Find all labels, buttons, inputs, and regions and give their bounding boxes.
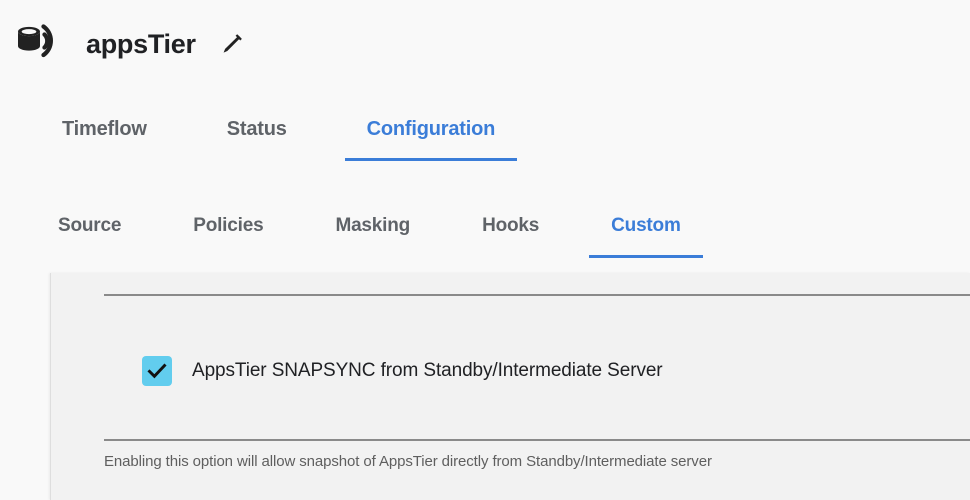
snapsync-helper-text: Enabling this option will allow snapshot… <box>104 453 712 470</box>
custom-config-panel: AppsTier SNAPSYNC from Standby/Intermedi… <box>50 273 970 500</box>
divider-top <box>104 294 970 296</box>
tab-configuration[interactable]: Configuration <box>327 104 535 161</box>
snapsync-checkbox-label: AppsTier SNAPSYNC from Standby/Intermedi… <box>192 360 663 381</box>
tab-source[interactable]: Source <box>22 203 157 258</box>
divider-bottom <box>104 439 970 441</box>
tab-status[interactable]: Status <box>187 104 327 161</box>
secondary-tab-bar: Source Policies Masking Hooks Custom <box>0 203 970 270</box>
page-title: appsTier <box>86 28 196 59</box>
pencil-edit-icon[interactable] <box>218 32 244 58</box>
tab-policies[interactable]: Policies <box>157 203 299 258</box>
tab-hooks[interactable]: Hooks <box>446 203 575 258</box>
checkmark-icon <box>147 363 167 379</box>
dsource-broadcast-icon <box>18 24 53 58</box>
snapsync-checkbox[interactable] <box>142 356 172 386</box>
custom-config-content: AppsTier SNAPSYNC from Standby/Intermedi… <box>104 273 970 500</box>
snapsync-option-row[interactable]: AppsTier SNAPSYNC from Standby/Intermedi… <box>142 356 663 386</box>
primary-tab-bar: Timeflow Status Configuration <box>0 104 970 174</box>
app-root: appsTier Timeflow Status Configuration S… <box>0 0 970 500</box>
tab-custom[interactable]: Custom <box>575 203 717 258</box>
tab-timeflow[interactable]: Timeflow <box>22 104 187 161</box>
tab-masking[interactable]: Masking <box>299 203 446 258</box>
page-header: appsTier <box>0 0 970 88</box>
